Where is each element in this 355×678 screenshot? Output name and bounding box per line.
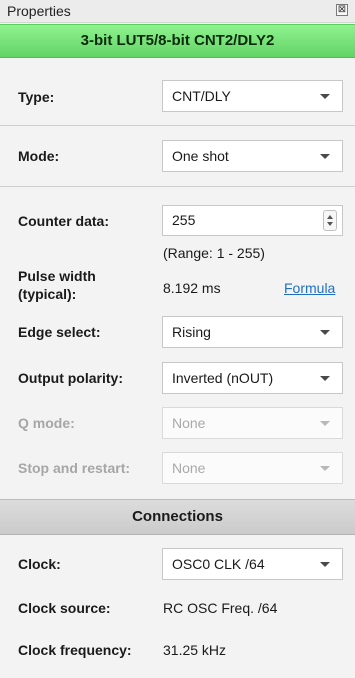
block-title: 3-bit LUT5/8-bit CNT2/DLY2 xyxy=(0,24,355,58)
clock-frequency-value: 31.25 kHz xyxy=(163,642,227,658)
edge-select-dropdown[interactable]: Rising xyxy=(162,316,343,348)
pulse-width-label-line2: (typical): xyxy=(18,286,77,302)
arrow-down-icon[interactable] xyxy=(327,222,333,226)
pulse-width-label-line1: Pulse width xyxy=(18,268,96,284)
type-value: CNT/DLY xyxy=(172,88,231,104)
type-dropdown[interactable]: CNT/DLY xyxy=(162,80,343,112)
type-label: Type: xyxy=(18,89,55,105)
stop-restart-dropdown: None xyxy=(162,452,343,484)
formula-link[interactable]: Formula xyxy=(284,280,335,296)
clock-source-label: Clock source: xyxy=(18,600,111,616)
panel-titlebar: Properties ⊠ xyxy=(0,0,355,23)
chevron-down-icon xyxy=(320,330,330,335)
arrow-up-icon[interactable] xyxy=(327,215,333,219)
counter-data-stepper[interactable]: 255 xyxy=(162,205,343,236)
output-polarity-dropdown[interactable]: Inverted (nOUT) xyxy=(162,362,343,394)
close-icon[interactable]: ⊠ xyxy=(336,4,348,16)
output-polarity-label: Output polarity: xyxy=(18,370,123,386)
panel-title: Properties xyxy=(7,3,71,19)
counter-data-label: Counter data: xyxy=(18,213,109,229)
counter-range-hint: (Range: 1 - 255) xyxy=(163,245,265,261)
clock-label: Clock: xyxy=(18,556,61,572)
clock-frequency-label: Clock frequency: xyxy=(18,642,132,658)
edge-select-value: Rising xyxy=(172,324,211,340)
mode-label: Mode: xyxy=(18,148,60,164)
divider xyxy=(0,186,355,187)
chevron-down-icon xyxy=(320,466,330,471)
chevron-down-icon xyxy=(320,94,330,99)
q-mode-value: None xyxy=(172,415,206,431)
pulse-width-value: 8.192 ms xyxy=(163,280,221,296)
clock-source-value: RC OSC Freq. /64 xyxy=(163,600,278,616)
connections-section-header: Connections xyxy=(0,499,355,535)
counter-data-value: 255 xyxy=(172,212,196,228)
mode-dropdown[interactable]: One shot xyxy=(162,140,343,172)
q-mode-label: Q mode: xyxy=(18,415,75,431)
chevron-down-icon xyxy=(320,154,330,159)
clock-value: OSC0 CLK /64 xyxy=(172,556,265,572)
chevron-down-icon xyxy=(320,376,330,381)
clock-dropdown[interactable]: OSC0 CLK /64 xyxy=(162,548,343,580)
output-polarity-value: Inverted (nOUT) xyxy=(172,370,274,386)
stop-restart-value: None xyxy=(172,460,206,476)
q-mode-dropdown: None xyxy=(162,407,343,439)
divider xyxy=(0,125,355,126)
stop-restart-label: Stop and restart: xyxy=(18,460,131,476)
mode-value: One shot xyxy=(172,148,229,164)
chevron-down-icon xyxy=(320,421,330,426)
stepper-buttons[interactable] xyxy=(323,210,337,231)
edge-select-label: Edge select: xyxy=(18,324,101,340)
chevron-down-icon xyxy=(320,562,330,567)
